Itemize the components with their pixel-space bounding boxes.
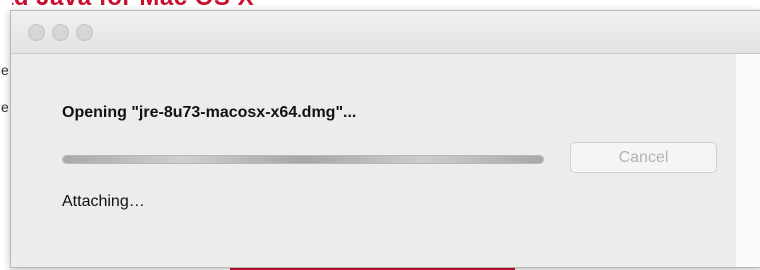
progress-bar bbox=[62, 155, 544, 164]
background-glyph: e bbox=[1, 62, 9, 78]
minimize-button[interactable] bbox=[52, 24, 69, 41]
screen: ad Java for Mac OS X e e Opening "jre-8u… bbox=[0, 0, 760, 270]
close-button[interactable] bbox=[28, 24, 45, 41]
zoom-button[interactable] bbox=[76, 24, 93, 41]
cancel-button[interactable]: Cancel bbox=[570, 142, 717, 173]
window-right-edge bbox=[736, 54, 760, 267]
window-titlebar[interactable] bbox=[11, 11, 760, 54]
dialog-content: Opening "jre-8u73-macosx-x64.dmg"... Can… bbox=[11, 54, 760, 267]
status-text: Attaching… bbox=[62, 193, 145, 210]
progress-bar-fill bbox=[63, 156, 543, 163]
opening-file-title: Opening "jre-8u73-macosx-x64.dmg"... bbox=[62, 104, 357, 121]
background-glyph: e bbox=[1, 99, 9, 115]
opening-dialog-window: Opening "jre-8u73-macosx-x64.dmg"... Can… bbox=[10, 10, 760, 268]
